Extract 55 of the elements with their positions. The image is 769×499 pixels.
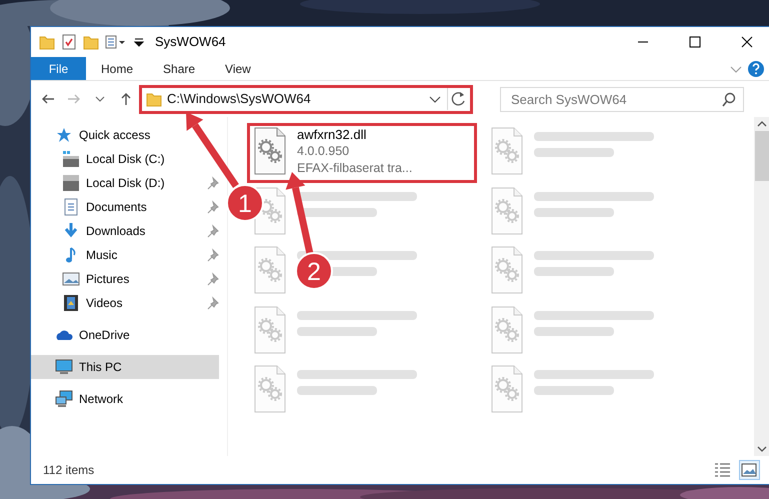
pin-icon[interactable] [207,248,219,262]
address-bar[interactable]: C:\Windows\SysWOW64 [141,86,471,112]
file-item[interactable]: awfxrn32.dll 4.0.0.950 EFAX-filbaserat tra... [249,125,475,181]
view-options-icon[interactable] [105,34,127,50]
file-detail: EFAX-filbaserat tra... [297,160,412,177]
document-icon [62,198,80,216]
drive-icon [62,174,80,192]
search-icon[interactable] [721,92,737,108]
settings-file-icon [490,365,524,413]
pin-icon[interactable] [207,224,219,238]
file-name: awfxrn32.dll [297,127,368,143]
sidebar-item[interactable]: Documents [31,195,153,219]
pictures-icon [62,270,80,288]
settings-file-icon [490,127,524,175]
window-title: SysWOW64 [155,33,226,52]
ribbon-tab[interactable]: Share [148,57,210,80]
sidebar-item[interactable]: This PC [31,355,219,379]
folder-icon [146,91,162,107]
settings-file-icon [253,365,287,413]
ribbon-tab[interactable]: View [210,57,266,80]
pin-icon[interactable] [207,200,219,214]
sidebar-item[interactable]: Pictures [31,267,136,291]
monitor-icon [55,358,73,376]
pin-icon[interactable] [207,176,219,190]
settings-file-icon [253,246,287,294]
settings-file-icon [253,306,287,354]
sidebar-item[interactable]: Network [31,387,130,411]
scroll-thumb[interactable] [755,131,769,181]
step-number: 2 [295,252,333,290]
settings-file-icon [490,186,524,234]
properties-icon[interactable] [61,34,77,50]
item-count: 112 items [43,462,94,479]
sidebar-item[interactable]: Videos [31,291,128,315]
settings-file-icon [253,127,287,175]
settings-file-icon [490,306,524,354]
film-icon [62,294,80,312]
address-path: C:\Windows\SysWOW64 [167,90,312,108]
network-icon [55,390,73,408]
sidebar-item[interactable]: Downloads [31,219,152,243]
sidebar-item[interactable]: OneDrive [31,323,136,347]
star-icon [55,126,73,144]
search-field[interactable]: Search SysWOW64 [500,86,744,112]
file-tab[interactable]: File [31,57,86,80]
sidebar-item[interactable]: Quick access [31,123,156,147]
sidebar-item[interactable]: Music [31,243,124,267]
drive-icon [62,150,80,168]
file-detail: 4.0.0.950 [297,143,350,160]
sidebar-item[interactable]: Local Disk (D:) [31,171,171,195]
pin-icon[interactable] [207,272,219,286]
sidebar-item[interactable]: Local Disk (C:) [31,147,171,171]
settings-file-icon [490,246,524,294]
download-icon [62,222,80,240]
pin-icon[interactable] [207,296,219,310]
step-number: 1 [226,184,264,222]
ribbon-tab[interactable]: Home [86,57,148,80]
